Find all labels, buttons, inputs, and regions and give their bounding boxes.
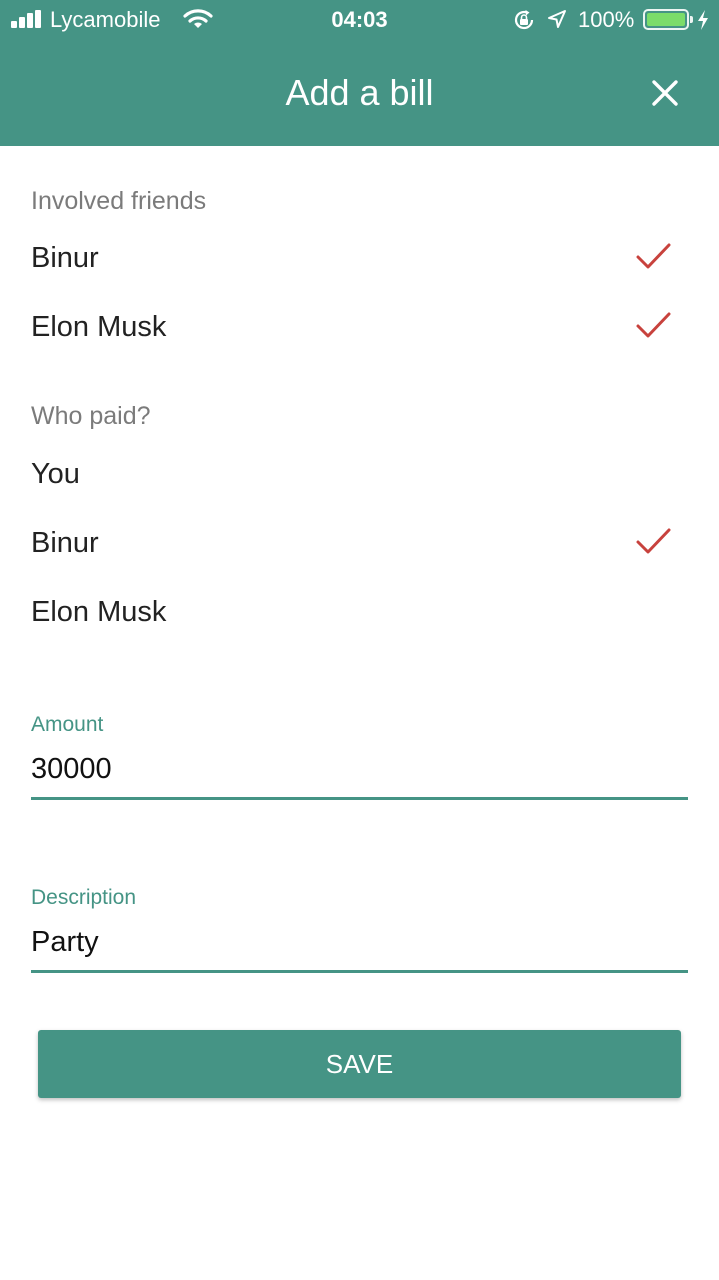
- checkmark-icon: [636, 243, 671, 269]
- checkmark-icon: [636, 312, 671, 338]
- involved-friends-label: Involved friends: [31, 187, 207, 215]
- payer-option-item[interactable]: Elon Musk: [0, 584, 719, 644]
- save-button[interactable]: SAVE: [38, 1030, 681, 1098]
- involved-friend-item[interactable]: Binur: [0, 230, 719, 290]
- description-label: Description: [31, 886, 137, 909]
- payer-name: Binur: [31, 527, 99, 559]
- description-underline: [31, 970, 688, 973]
- involved-friend-item[interactable]: Elon Musk: [0, 299, 719, 359]
- who-paid-label: Who paid?: [31, 402, 151, 430]
- payer-name: You: [31, 458, 80, 490]
- close-button[interactable]: [645, 73, 685, 113]
- amount-label: Amount: [31, 713, 104, 736]
- checkmark-icon: [636, 528, 671, 554]
- status-bar: Lycamobile 04:03 100%: [0, 0, 719, 40]
- payer-option-item[interactable]: Binur: [0, 515, 719, 575]
- description-input[interactable]: [31, 924, 688, 960]
- friend-name: Elon Musk: [31, 311, 167, 343]
- page-title: Add a bill: [285, 72, 434, 113]
- payer-name: Elon Musk: [31, 596, 167, 628]
- amount-underline: [31, 797, 688, 800]
- amount-field: Amount: [31, 713, 688, 800]
- close-icon: [652, 80, 678, 106]
- battery-percent: 100%: [578, 7, 635, 32]
- location-arrow-icon: [548, 10, 566, 28]
- charging-bolt-icon: [698, 10, 708, 30]
- payer-option-item[interactable]: You: [0, 446, 719, 506]
- amount-input[interactable]: [31, 751, 688, 787]
- battery-icon: [643, 9, 693, 30]
- app-header: Lycamobile 04:03 100% Add a bill: [0, 0, 719, 146]
- friend-name: Binur: [31, 242, 99, 274]
- description-field: Description: [31, 886, 688, 973]
- rotation-lock-icon: [514, 10, 534, 30]
